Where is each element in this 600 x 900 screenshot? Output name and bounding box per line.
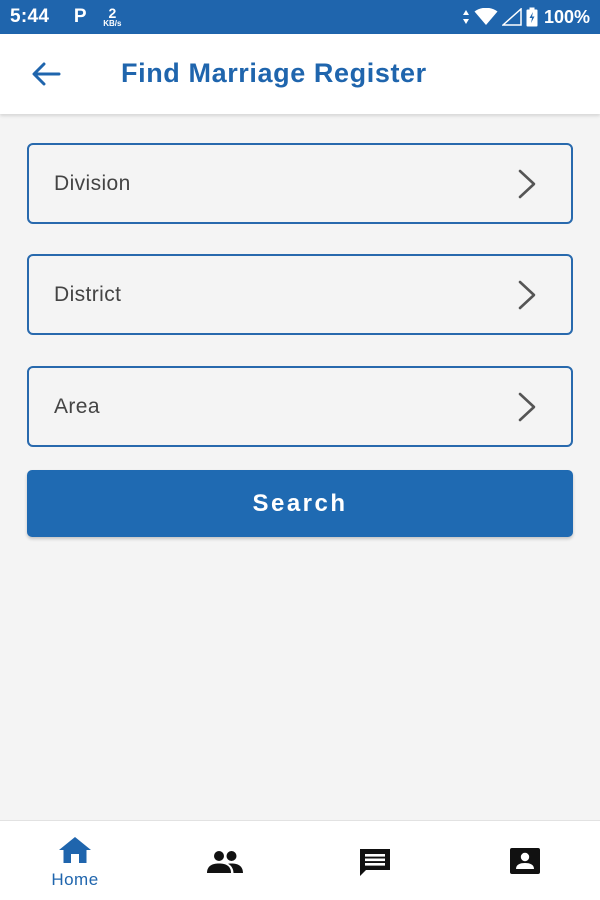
- network-speed-value: 2: [108, 5, 117, 21]
- page-title: Find Marriage Register: [121, 58, 427, 88]
- nav-item-profile[interactable]: [450, 821, 600, 900]
- status-bar: 5:44 P 2 KB/s 100%: [0, 0, 600, 34]
- chevron-right-icon: [518, 392, 536, 421]
- district-selector[interactable]: District: [27, 254, 573, 335]
- nav-label-home: Home: [51, 870, 99, 889]
- area-label: Area: [54, 394, 100, 418]
- bottom-nav: Home: [0, 820, 600, 900]
- district-label: District: [54, 282, 122, 306]
- wifi-icon: [474, 8, 498, 25]
- division-selector[interactable]: Division: [27, 143, 573, 224]
- arrow-back-icon: [32, 62, 61, 86]
- status-right-icons: 100%: [462, 7, 590, 28]
- back-button[interactable]: [24, 56, 68, 92]
- people-icon: [207, 851, 243, 873]
- network-speed-unit: KB/s: [103, 19, 122, 28]
- battery-icon: [526, 7, 538, 27]
- nav-item-home[interactable]: Home: [0, 821, 150, 900]
- network-speed: 2 KB/s: [103, 6, 121, 28]
- profile-card-icon: [510, 848, 540, 874]
- data-arrows-icon: [462, 10, 469, 24]
- nav-item-messages[interactable]: [300, 821, 450, 900]
- nav-icon-wrap: [510, 847, 540, 877]
- chevron-right-icon: [518, 280, 536, 309]
- division-label: Division: [54, 171, 131, 195]
- parking-notification-icon: P: [73, 6, 87, 27]
- battery-percentage: 100%: [543, 6, 590, 27]
- search-button[interactable]: Search: [27, 470, 573, 537]
- area-selector[interactable]: Area: [27, 366, 573, 447]
- app-bar: Find Marriage Register: [0, 34, 600, 114]
- cell-signal-icon: [501, 8, 522, 26]
- chevron-right-icon: [518, 169, 536, 198]
- home-icon: [59, 837, 91, 863]
- nav-icon-wrap: [358, 847, 392, 877]
- nav-item-people[interactable]: [150, 821, 300, 900]
- nav-icon-wrap: [58, 835, 92, 865]
- status-time: 5:44: [10, 6, 50, 27]
- nav-icon-wrap: [206, 847, 244, 877]
- message-icon: [360, 849, 390, 876]
